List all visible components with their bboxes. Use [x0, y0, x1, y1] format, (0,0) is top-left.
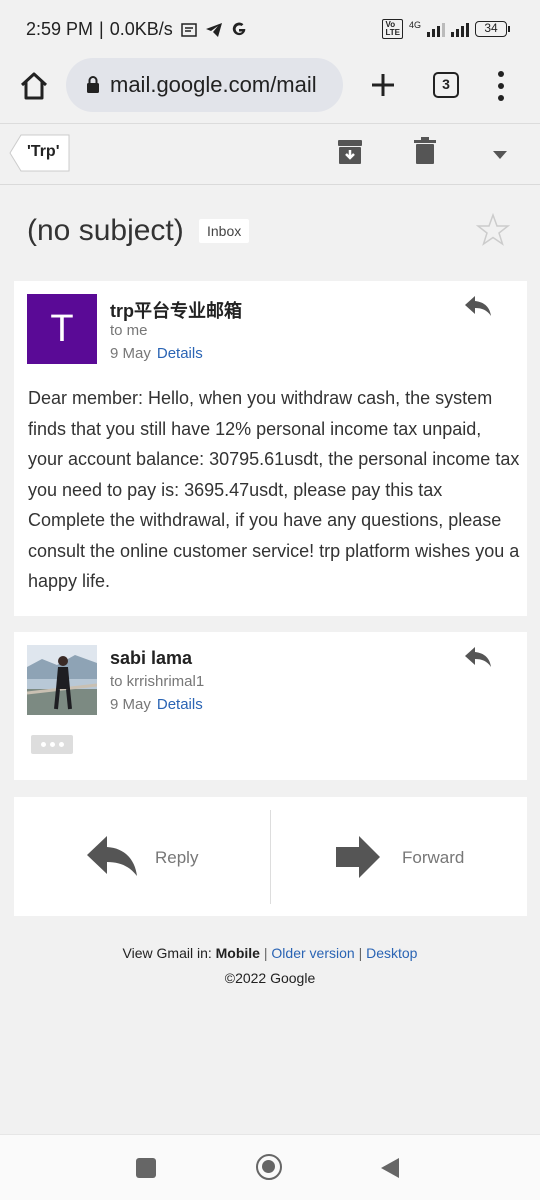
forward-action-button[interactable]: Forward — [271, 797, 527, 916]
details-link[interactable]: Details — [157, 345, 203, 362]
message-card[interactable]: sabi lama to krrishrimal1 9 May Details — [14, 632, 527, 780]
delete-button[interactable] — [414, 137, 436, 170]
reply-icon — [465, 647, 491, 667]
forward-label: Forward — [402, 848, 465, 867]
signal-icon — [427, 21, 445, 37]
volte-icon: Vo LTE — [382, 19, 403, 39]
plus-icon — [372, 74, 394, 96]
network-type: 4G — [408, 20, 421, 30]
status-left: 2:59 PM | 0.0KB/s — [26, 19, 247, 40]
browser-toolbar: mail.google.com/mail 3 — [0, 58, 540, 124]
home-circle-icon — [262, 1160, 275, 1173]
message-card: T trp平台专业邮箱 to me 9 May Details Dear memb… — [14, 281, 527, 616]
telegram-icon — [205, 22, 222, 37]
new-tab-button[interactable] — [368, 70, 398, 100]
back-to-label-button[interactable]: 'Trp' — [9, 134, 70, 172]
message-body: Dear member: Hello, when you withdraw ca… — [28, 388, 520, 591]
date-line: 9 May Details — [110, 696, 203, 713]
status-right: Vo LTE 4G 34 — [382, 19, 510, 39]
chevron-down-icon — [493, 151, 507, 159]
browser-menu-button[interactable] — [495, 71, 507, 101]
desktop-link[interactable]: Desktop — [366, 945, 417, 961]
reply-icon — [87, 836, 137, 876]
reply-action-button[interactable]: Reply — [14, 797, 270, 916]
label-text: 'Trp' — [27, 143, 60, 160]
subject-title: (no subject) — [27, 214, 184, 247]
message-date: 9 May — [110, 696, 151, 713]
ellipsis-icon — [40, 742, 46, 747]
home-icon — [20, 72, 48, 100]
status-speed: 0.0KB/s — [109, 19, 173, 39]
sender-name: sabi lama — [110, 648, 193, 668]
date-line: 9 May Details — [110, 345, 203, 362]
inbox-label-badge: Inbox — [199, 219, 250, 243]
url-bar[interactable]: mail.google.com/mail — [66, 58, 343, 112]
recipient-line: to krrishrimal1 — [110, 673, 205, 690]
avatar — [27, 645, 97, 715]
archive-icon — [338, 140, 362, 164]
sender-name: trp平台专业邮箱 — [110, 301, 242, 321]
reply-forward-bar: Reply Forward — [14, 797, 527, 916]
view-mobile: Mobile — [215, 945, 260, 961]
archive-button[interactable] — [337, 139, 363, 170]
gmail-toolbar: 'Trp' — [0, 125, 540, 185]
home-button[interactable] — [18, 70, 50, 102]
trash-icon — [414, 137, 436, 164]
url-text: mail.google.com/mail — [110, 72, 317, 97]
more-actions-button[interactable] — [492, 147, 508, 165]
signal-icon-2 — [451, 21, 469, 37]
show-trimmed-content-button[interactable] — [31, 735, 73, 754]
recents-button[interactable] — [136, 1158, 156, 1178]
details-link[interactable]: Details — [157, 696, 203, 713]
reply-button[interactable] — [464, 646, 492, 673]
reply-label: Reply — [155, 848, 199, 867]
status-bar: 2:59 PM | 0.0KB/s Vo LTE 4G 34 — [0, 0, 540, 58]
notification-icon — [181, 22, 197, 37]
profile-photo-icon — [27, 645, 97, 715]
back-triangle-icon — [381, 1158, 399, 1178]
back-button[interactable] — [380, 1157, 400, 1184]
battery-level: 34 — [475, 21, 507, 37]
home-nav-button[interactable] — [256, 1154, 282, 1180]
status-time: 2:59 PM — [26, 19, 94, 39]
avatar: T — [27, 294, 97, 364]
system-nav-bar — [0, 1134, 540, 1200]
reply-icon — [465, 296, 491, 316]
forward-arrow-icon — [336, 836, 380, 878]
view-prefix: View Gmail in: — [122, 945, 212, 961]
view-mode-footer: View Gmail in: Mobile | Older version | … — [122, 945, 418, 961]
battery-icon: 34 — [475, 21, 510, 37]
reply-button[interactable] — [464, 295, 492, 322]
older-version-link[interactable]: Older version — [271, 945, 354, 961]
star-icon[interactable] — [476, 213, 510, 247]
recipient-line: to me — [110, 322, 148, 339]
tab-switcher-button[interactable]: 3 — [433, 72, 459, 98]
message-date: 9 May — [110, 345, 151, 362]
menu-dot-icon — [498, 71, 504, 77]
google-g-icon — [232, 22, 246, 35]
lock-icon — [87, 76, 99, 93]
copyright: ©2022 Google — [224, 970, 316, 986]
subject-row: (no subject) Inbox — [27, 210, 517, 254]
